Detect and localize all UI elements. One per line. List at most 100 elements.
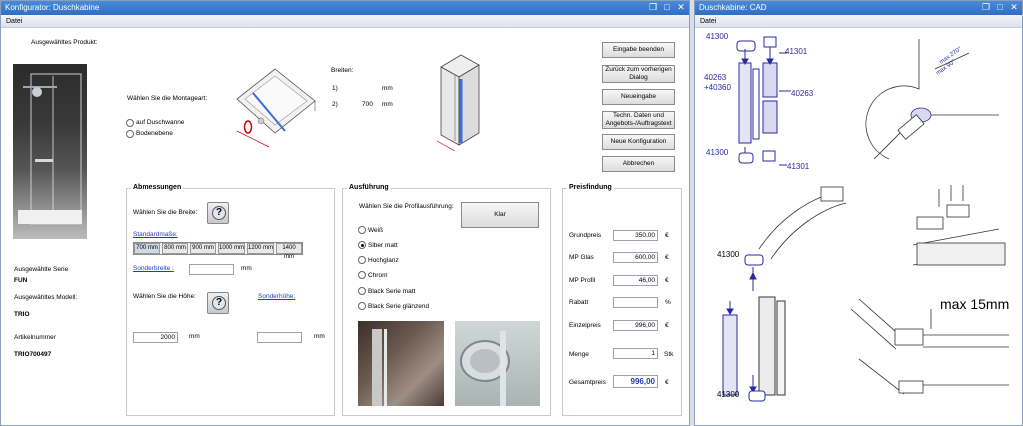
article-value: TRIO700497 bbox=[14, 351, 52, 358]
maximize-icon[interactable]: □ bbox=[662, 2, 672, 13]
cad-label: 41300 bbox=[717, 250, 740, 259]
series-value: FUN bbox=[14, 277, 28, 284]
price-value[interactable]: 600,00 bbox=[613, 252, 658, 263]
radio-silber-matt[interactable] bbox=[358, 241, 366, 249]
total-price-value[interactable]: 996,00 bbox=[613, 375, 658, 388]
width-select-label: Wählen Sie die Breite: bbox=[133, 209, 198, 216]
cad-menu-datei[interactable]: Datei bbox=[700, 18, 716, 25]
special-width-link[interactable]: Sonderbreite : bbox=[133, 265, 174, 272]
restore-icon[interactable]: ❐ bbox=[981, 2, 991, 13]
radio-black-glaenzend[interactable] bbox=[358, 302, 366, 310]
price-unit: € bbox=[665, 232, 669, 239]
radio-weiss[interactable] bbox=[358, 226, 366, 234]
width-value-2: 700 bbox=[362, 101, 373, 108]
price-value[interactable]: 996,00 bbox=[613, 320, 658, 331]
window-title: Konfigurator: Duschkabine bbox=[5, 3, 100, 12]
glass-klar-button[interactable]: Klar bbox=[461, 202, 539, 228]
help-width-button[interactable]: ? bbox=[207, 202, 229, 224]
shower-cabin-drawing bbox=[436, 54, 480, 152]
profile-option-label: Weiß bbox=[368, 227, 384, 234]
size-1000-button[interactable]: 1000 mm bbox=[218, 243, 245, 254]
close-icon[interactable]: ✕ bbox=[676, 2, 686, 13]
price-unit: € bbox=[665, 277, 669, 284]
shower-head-photo bbox=[455, 321, 540, 406]
abmessungen-group: Abmessungen bbox=[126, 184, 335, 416]
tech-data-button[interactable]: Techn. Daten und Angebots-/Auftragstext bbox=[602, 111, 675, 129]
close-icon[interactable]: ✕ bbox=[1009, 2, 1019, 13]
question-icon: ? bbox=[212, 206, 226, 220]
size-700-button[interactable]: 700 mm bbox=[134, 243, 160, 254]
profile-option-label: Hochglanz bbox=[368, 257, 399, 264]
configurator-titlebar[interactable]: Konfigurator: Duschkabine ❐ □ ✕ bbox=[1, 1, 689, 15]
cancel-button[interactable]: Abbrechen bbox=[602, 156, 675, 172]
profile-photo bbox=[358, 321, 444, 406]
price-value[interactable] bbox=[613, 297, 658, 308]
radio-black-matt[interactable] bbox=[358, 287, 366, 295]
radio-auf-duschwanne[interactable] bbox=[126, 119, 134, 127]
new-input-button[interactable]: Neueingabe bbox=[602, 89, 675, 105]
abmessungen-title: Abmessungen bbox=[131, 184, 184, 191]
price-label: Gesamtpreis bbox=[569, 379, 606, 386]
shower-tray-drawing bbox=[236, 68, 316, 148]
radio-hochglanz[interactable] bbox=[358, 256, 366, 264]
standard-sizes-link[interactable]: Standardmaße: bbox=[133, 231, 178, 238]
profile-option-label: Chrom bbox=[368, 272, 388, 279]
end-input-button[interactable]: Eingabe beenden bbox=[602, 42, 675, 58]
back-button[interactable]: Zurück zum vorherigen Dialog bbox=[602, 65, 675, 83]
cad-menubar: Datei bbox=[695, 15, 1022, 28]
profile-option-label: Black Serie matt bbox=[368, 288, 416, 295]
cad-label: +40360 bbox=[704, 83, 731, 92]
price-label: Menge bbox=[569, 351, 589, 358]
special-height-unit: mm bbox=[314, 333, 325, 340]
special-width-unit: mm bbox=[241, 265, 252, 272]
price-value[interactable]: 46,00 bbox=[613, 275, 658, 286]
size-1400-button[interactable]: 1400 mm bbox=[276, 243, 302, 260]
model-label: Ausgewähltes Modell: bbox=[14, 294, 78, 301]
new-configuration-button[interactable]: Neue Konfiguration bbox=[602, 134, 675, 150]
width-index-1: 1) bbox=[332, 85, 338, 92]
product-photo bbox=[13, 64, 87, 239]
price-label: Rabatt bbox=[569, 299, 589, 306]
maximize-icon[interactable]: □ bbox=[995, 2, 1005, 13]
cad-label: 41300 bbox=[717, 390, 740, 399]
size-1200-button[interactable]: 1200 mm bbox=[247, 243, 274, 254]
mounting-option-label: auf Duschwanne bbox=[136, 119, 185, 126]
special-height-input[interactable] bbox=[257, 332, 302, 343]
quantity-value[interactable]: 1 bbox=[613, 348, 658, 359]
profile-option-label: Black Serie glänzend bbox=[368, 303, 430, 310]
profile-option-label: Slber matt bbox=[368, 242, 398, 249]
width-unit-2: mm bbox=[382, 101, 393, 108]
special-height-link[interactable]: Sonderhöhe: bbox=[258, 293, 295, 300]
menu-datei[interactable]: Datei bbox=[6, 18, 22, 25]
height-input[interactable]: 2000 bbox=[133, 332, 178, 343]
special-width-input[interactable] bbox=[189, 264, 234, 275]
price-label: MP Profil bbox=[569, 277, 596, 284]
ausfuehrung-title: Ausführung bbox=[347, 184, 391, 191]
cad-window-title: Duschkabine: CAD bbox=[699, 3, 767, 12]
radio-chrom[interactable] bbox=[358, 271, 366, 279]
mounting-label: Wählen Sie die Montageart: bbox=[127, 95, 208, 102]
restore-icon[interactable]: ❐ bbox=[648, 2, 658, 13]
series-label: Ausgewählte Serie bbox=[14, 266, 69, 273]
cad-dimension-label: max 15mm bbox=[940, 296, 1010, 312]
cad-label: 40263 bbox=[704, 73, 727, 82]
profile-label: Wählen Sie die Profilausführung: bbox=[359, 203, 454, 210]
price-unit: € bbox=[665, 322, 669, 329]
cad-label: 41300 bbox=[706, 32, 729, 41]
price-unit: € bbox=[665, 254, 669, 261]
price-unit: Stk bbox=[664, 351, 674, 358]
cad-label: 40263 bbox=[791, 89, 814, 98]
price-label: Grundpreis bbox=[569, 232, 602, 239]
cad-titlebar[interactable]: Duschkabine: CAD ❐ □ ✕ bbox=[695, 1, 1022, 15]
width-unit-1: mm bbox=[382, 85, 393, 92]
selected-product-label: Ausgewähltes Produkt: bbox=[31, 39, 98, 46]
help-height-button[interactable]: ? bbox=[207, 292, 229, 314]
size-900-button[interactable]: 900 mm bbox=[190, 243, 216, 254]
size-800-button[interactable]: 800 mm bbox=[162, 243, 188, 254]
height-unit: mm bbox=[189, 333, 200, 340]
menubar: Datei bbox=[1, 15, 689, 28]
price-value[interactable]: 350,00 bbox=[613, 230, 658, 241]
preisfindung-title: Preisfindung bbox=[567, 184, 614, 191]
radio-bodenebene[interactable] bbox=[126, 130, 134, 138]
cad-drawing bbox=[722, 36, 1009, 402]
